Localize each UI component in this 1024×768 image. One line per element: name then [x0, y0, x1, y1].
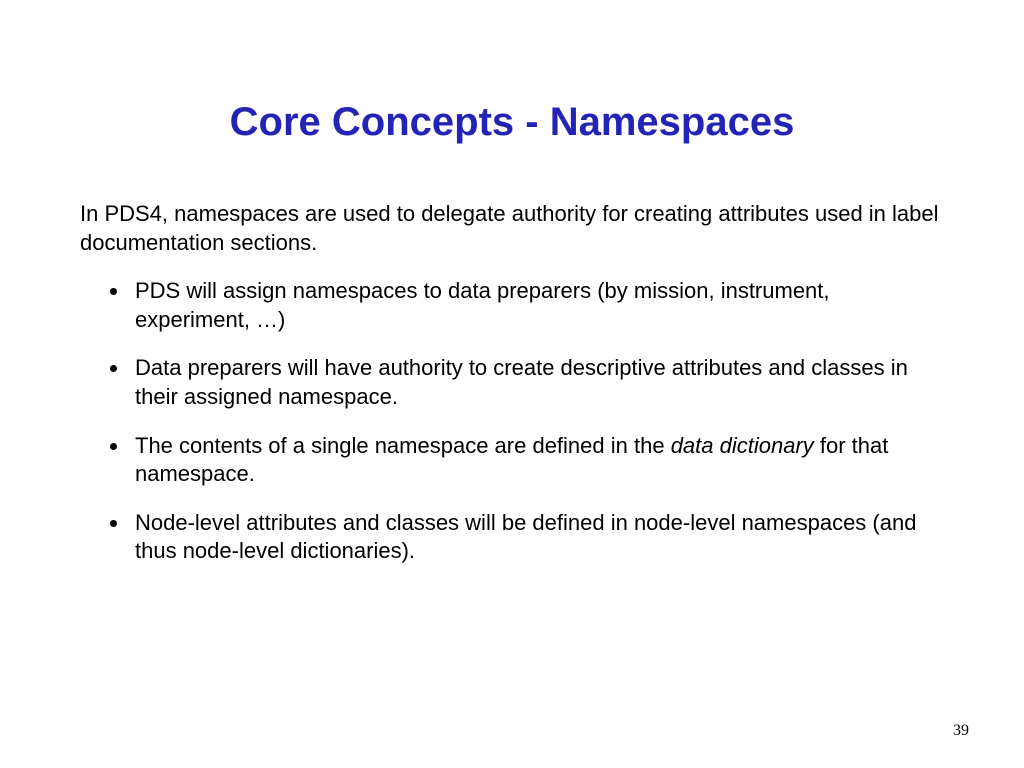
list-item: Node-level attributes and classes will b…: [130, 509, 944, 566]
slide-title: Core Concepts - Namespaces: [80, 100, 944, 145]
page-number: 39: [953, 722, 969, 740]
intro-paragraph: In PDS4, namespaces are used to delegate…: [80, 200, 944, 257]
slide-container: Core Concepts - Namespaces In PDS4, name…: [0, 0, 1024, 636]
list-item: PDS will assign namespaces to data prepa…: [130, 277, 944, 334]
bullet-text-italic: data dictionary: [671, 433, 814, 458]
list-item: Data preparers will have authority to cr…: [130, 354, 944, 411]
bullet-list: PDS will assign namespaces to data prepa…: [80, 277, 944, 566]
list-item: The contents of a single namespace are d…: [130, 432, 944, 489]
bullet-text: The contents of a single namespace are d…: [135, 433, 671, 458]
